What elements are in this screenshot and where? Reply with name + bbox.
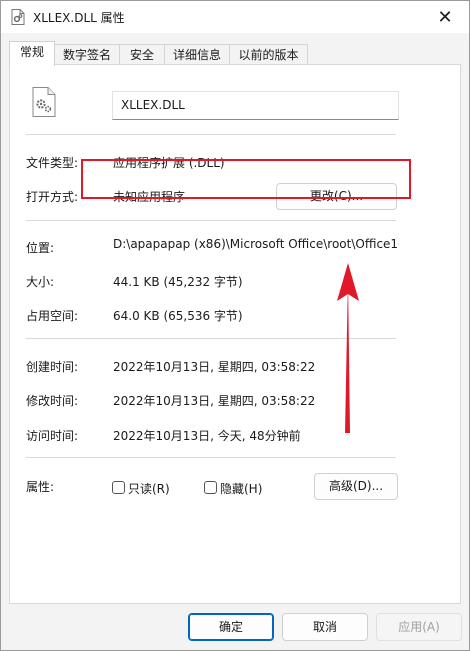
opens-with-label: 打开方式: [26,190,79,204]
properties-dialog: XLLEX.DLL 属性 ✕ 常规 数字签名 安全 详细信息 以前的版本 XLL… [0,0,470,651]
location-highlight-box [81,159,411,199]
tab-bar: 常规 数字签名 安全 详细信息 以前的版本 [9,41,469,66]
up-arrow-annotation [337,263,359,433]
modified-label: 修改时间: [26,394,79,408]
attributes-label: 属性: [26,480,55,494]
close-icon: ✕ [437,6,453,28]
tab-details[interactable]: 详细信息 [164,44,230,65]
close-button[interactable]: ✕ [421,1,469,33]
cancel-button[interactable]: 取消 [282,613,368,641]
accessed-value: 2022年10月13日, 今天, 48分钟前 [113,429,301,443]
arrow-shaft [345,277,350,433]
hidden-label[interactable]: 隐藏(H) [220,480,262,497]
file-type-label: 文件类型: [26,156,79,170]
tab-digital-signatures[interactable]: 数字签名 [54,44,120,65]
general-panel: XLLEX.DLL 文件类型: 应用程序扩展 (.DLL) 打开方式: 未知应用… [9,64,461,604]
dll-file-icon [11,9,25,25]
created-value: 2022年10月13日, 星期四, 03:58:22 [113,360,316,374]
modified-value: 2022年10月13日, 星期四, 03:58:22 [113,394,316,408]
advanced-button[interactable]: 高级(D)... [314,473,398,500]
ok-button[interactable]: 确定 [188,613,274,641]
size-label: 大小: [26,275,55,289]
size-on-disk-label: 占用空间: [26,309,79,323]
accessed-label: 访问时间: [26,429,79,443]
separator [26,457,396,458]
title-bar[interactable]: XLLEX.DLL 属性 ✕ [1,1,469,33]
size-value: 44.1 KB (45,232 字节) [113,275,243,289]
readonly-checkbox[interactable] [112,481,125,494]
tab-previous-versions[interactable]: 以前的版本 [229,44,308,65]
window-title: XLLEX.DLL 属性 [33,11,125,25]
separator [26,220,396,221]
location-value[interactable]: D:\apapapap (x86)\Microsoft Office\root\… [113,235,399,253]
dll-file-icon-large [32,87,56,117]
tab-security[interactable]: 安全 [119,44,165,65]
separator [26,134,396,135]
hidden-checkbox[interactable] [204,481,217,494]
file-name-field[interactable]: XLLEX.DLL [112,91,399,120]
created-label: 创建时间: [26,360,79,374]
tab-general[interactable]: 常规 [9,41,55,66]
readonly-label[interactable]: 只读(R) [128,480,170,497]
apply-button[interactable]: 应用(A) [376,613,462,641]
size-on-disk-value: 64.0 KB (65,536 字节) [113,309,243,323]
location-label: 位置: [26,241,55,255]
